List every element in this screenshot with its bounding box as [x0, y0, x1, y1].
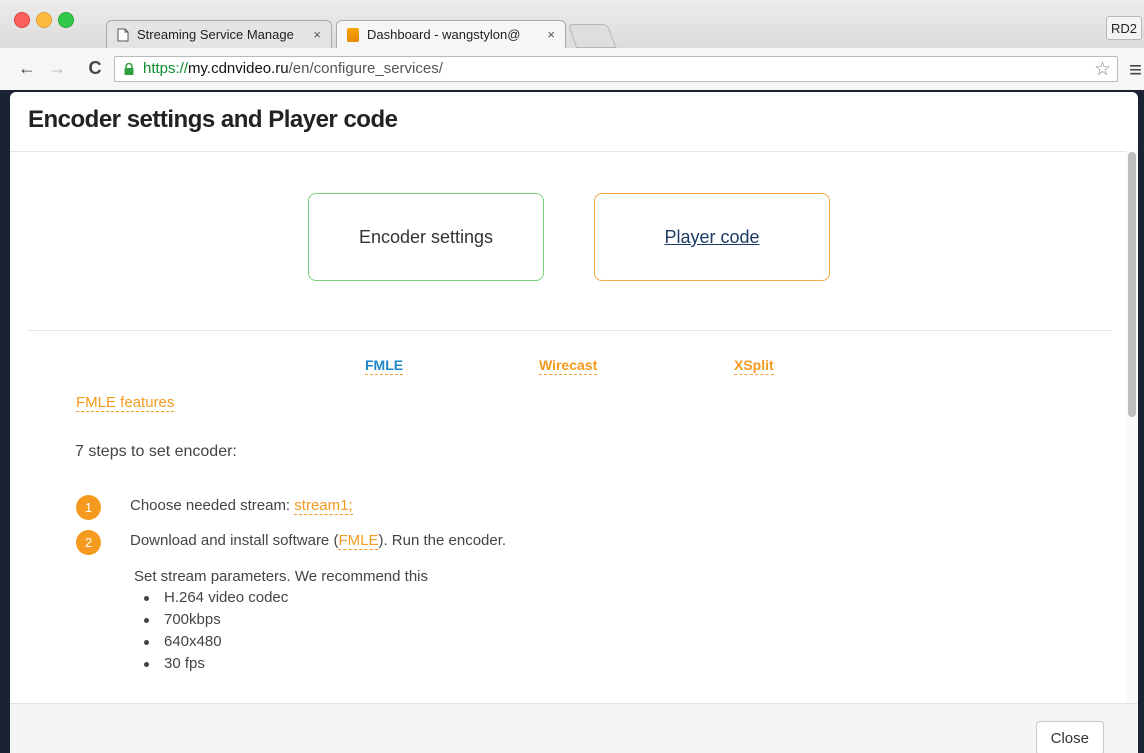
browser-tab-dashboard[interactable]: Dashboard - wangstylon@ × — [336, 20, 566, 48]
fmle-download-link[interactable]: FMLE — [338, 532, 379, 550]
window-close-icon[interactable] — [14, 12, 30, 28]
player-code-label: Player code — [664, 227, 760, 247]
step-2-text: Download and install software (FMLE). Ru… — [130, 532, 507, 550]
modal-title: Encoder settings and Player code — [28, 106, 398, 133]
reload-icon[interactable]: C — [84, 58, 106, 79]
list-item: H.264 video codec — [138, 587, 288, 609]
tab-title: Streaming Service Manage — [137, 27, 294, 42]
browser-toolbar: ← → C https://my.cdnvideo.ru/en/configur… — [0, 48, 1144, 91]
encoder-settings-modal: Encoder settings and Player code Encoder… — [10, 92, 1138, 753]
cdnvideo-favicon-icon — [347, 28, 359, 42]
lock-icon — [124, 63, 134, 75]
tab-wirecast[interactable]: Wirecast — [539, 357, 598, 375]
window-minimize-icon[interactable] — [36, 12, 52, 28]
tab-title: Dashboard - wangstylon@ — [367, 27, 521, 42]
step-number-badge: 1 — [76, 495, 101, 520]
section-divider — [27, 330, 1112, 331]
address-bar[interactable]: https://my.cdnvideo.ru/en/configure_serv… — [114, 56, 1118, 82]
profile-button[interactable]: RD2 — [1106, 16, 1142, 40]
fmle-features-link[interactable]: FMLE features — [76, 394, 175, 412]
steps-intro: 7 steps to set encoder: — [75, 443, 237, 460]
list-item: 640x480 — [138, 631, 288, 653]
back-arrow-icon[interactable]: ← — [16, 58, 38, 79]
new-tab-button[interactable] — [567, 24, 617, 48]
stream-params-list: H.264 video codec 700kbps 640x480 30 fps — [138, 587, 288, 675]
list-item: 30 fps — [138, 653, 288, 675]
list-item: 700kbps — [138, 609, 288, 631]
close-button[interactable]: Close — [1035, 721, 1104, 753]
url-text: https://my.cdnvideo.ru/en/configure_serv… — [143, 60, 443, 77]
stream-params-intro: Set stream parameters. We recommend this — [134, 568, 428, 585]
tab-close-icon[interactable]: × — [313, 21, 321, 48]
modal-header: Encoder settings and Player code — [10, 92, 1138, 152]
tab-xsplit[interactable]: XSplit — [734, 357, 774, 375]
player-code-button[interactable]: Player code — [594, 193, 830, 281]
stream-link[interactable]: stream1; — [294, 497, 353, 515]
scrollbar-thumb[interactable] — [1128, 152, 1136, 417]
tab-close-icon[interactable]: × — [547, 21, 555, 48]
step-number-badge: 2 — [76, 530, 101, 555]
browser-titlebar: Streaming Service Manage × Dashboard - w… — [0, 0, 1144, 54]
step-1-text: Choose needed stream: stream1; — [130, 497, 353, 515]
encoder-settings-button[interactable]: Encoder settings — [308, 193, 544, 281]
page-icon — [117, 28, 129, 42]
bookmark-star-icon[interactable]: ☆ — [1094, 58, 1111, 81]
browser-tab-streaming[interactable]: Streaming Service Manage × — [106, 20, 332, 48]
window-maximize-icon[interactable] — [58, 12, 74, 28]
forward-arrow-icon[interactable]: → — [46, 58, 68, 79]
modal-footer: Close — [10, 703, 1138, 753]
browser-menu-icon[interactable]: ≡ — [1129, 57, 1142, 83]
tab-fmle[interactable]: FMLE — [365, 357, 404, 375]
